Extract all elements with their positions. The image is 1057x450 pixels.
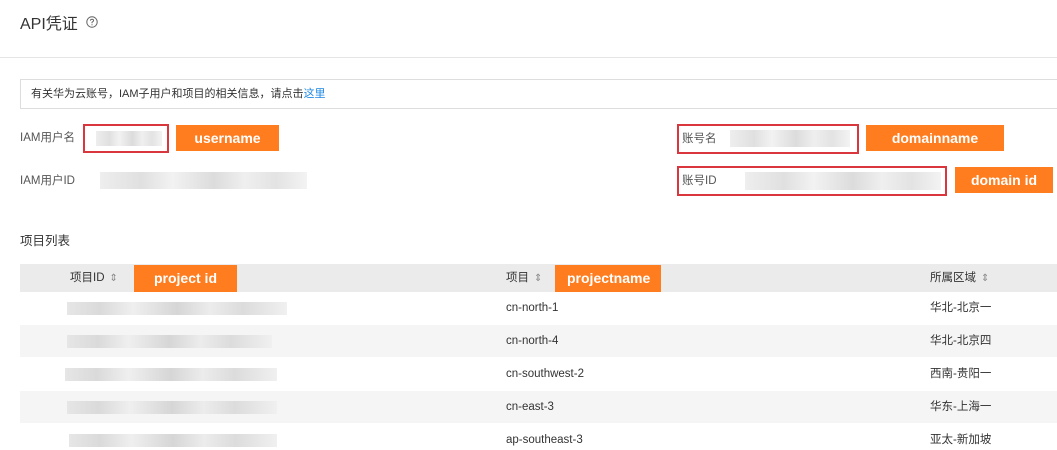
project-name-cell: cn-north-1 [506, 302, 559, 314]
project-id-redacted [67, 335, 272, 348]
domain-id-annotation-tag: domain id [955, 167, 1053, 193]
project-id-annotation-tag: project id [134, 265, 237, 292]
region-cell: 华北-北京一 [930, 302, 992, 314]
column-header-project[interactable]: 项目 ⇕ [506, 264, 542, 292]
notice-link[interactable]: 这里 [304, 88, 326, 100]
project-name-cell: ap-southeast-3 [506, 434, 583, 446]
info-notice: 有关华为云账号，IAM子用户和项目的相关信息，请点击这里 [20, 79, 1057, 109]
table-row: cn-north-4 华北-北京四 [20, 325, 1057, 358]
project-name-cell: cn-east-3 [506, 401, 554, 413]
domainname-annotation-tag: domainname [866, 125, 1004, 151]
column-header-project-id[interactable]: 项目ID ⇕ [70, 264, 118, 292]
table-header: 项目ID ⇕ project id 项目 ⇕ projectname 所属区域 ⇕ [20, 264, 1057, 292]
project-name-cell: cn-north-4 [506, 335, 559, 347]
table-row: ap-southeast-3 亚太-新加坡 [20, 424, 1057, 450]
region-cell: 亚太-新加坡 [930, 434, 992, 446]
table-row: cn-north-1 华北-北京一 [20, 292, 1057, 325]
account-name-value-redacted [730, 130, 850, 147]
page-title-text: API凭证 [20, 16, 78, 33]
account-id-value-redacted [745, 172, 941, 190]
page-title: API凭证 [20, 10, 98, 34]
sort-icon[interactable]: ⇕ [110, 273, 118, 284]
projectname-annotation-tag: projectname [555, 265, 661, 292]
column-header-project-label: 项目 [506, 272, 529, 284]
header-divider [0, 57, 1057, 58]
iam-username-value-redacted [96, 131, 162, 146]
project-table: 项目ID ⇕ project id 项目 ⇕ projectname 所属区域 ⇕ c… [20, 264, 1057, 450]
username-annotation-tag: username [176, 125, 279, 151]
iam-userid-label: IAM用户ID [20, 175, 75, 187]
table-row: cn-southwest-2 西南-贵阳一 [20, 358, 1057, 391]
project-id-redacted [69, 434, 277, 447]
project-id-redacted [67, 401, 277, 414]
column-header-region[interactable]: 所属区域 ⇕ [930, 264, 989, 292]
table-row: cn-east-3 华东-上海一 [20, 391, 1057, 424]
project-name-cell: cn-southwest-2 [506, 368, 584, 380]
region-cell: 华北-北京四 [930, 335, 992, 347]
project-id-redacted [67, 302, 287, 315]
column-header-project-id-label: 项目ID [70, 272, 105, 284]
sort-icon[interactable]: ⇕ [981, 273, 989, 284]
region-cell: 西南-贵阳一 [930, 368, 992, 380]
region-cell: 华东-上海一 [930, 401, 992, 413]
notice-text: 有关华为云账号，IAM子用户和项目的相关信息，请点击 [31, 88, 304, 100]
iam-username-label: IAM用户名 [20, 132, 75, 144]
help-icon[interactable] [86, 16, 98, 28]
project-id-redacted [65, 368, 277, 381]
column-header-region-label: 所属区域 [930, 272, 976, 284]
iam-userid-value-redacted [100, 172, 307, 189]
project-list-title: 项目列表 [20, 234, 71, 248]
sort-icon[interactable]: ⇕ [534, 273, 542, 284]
